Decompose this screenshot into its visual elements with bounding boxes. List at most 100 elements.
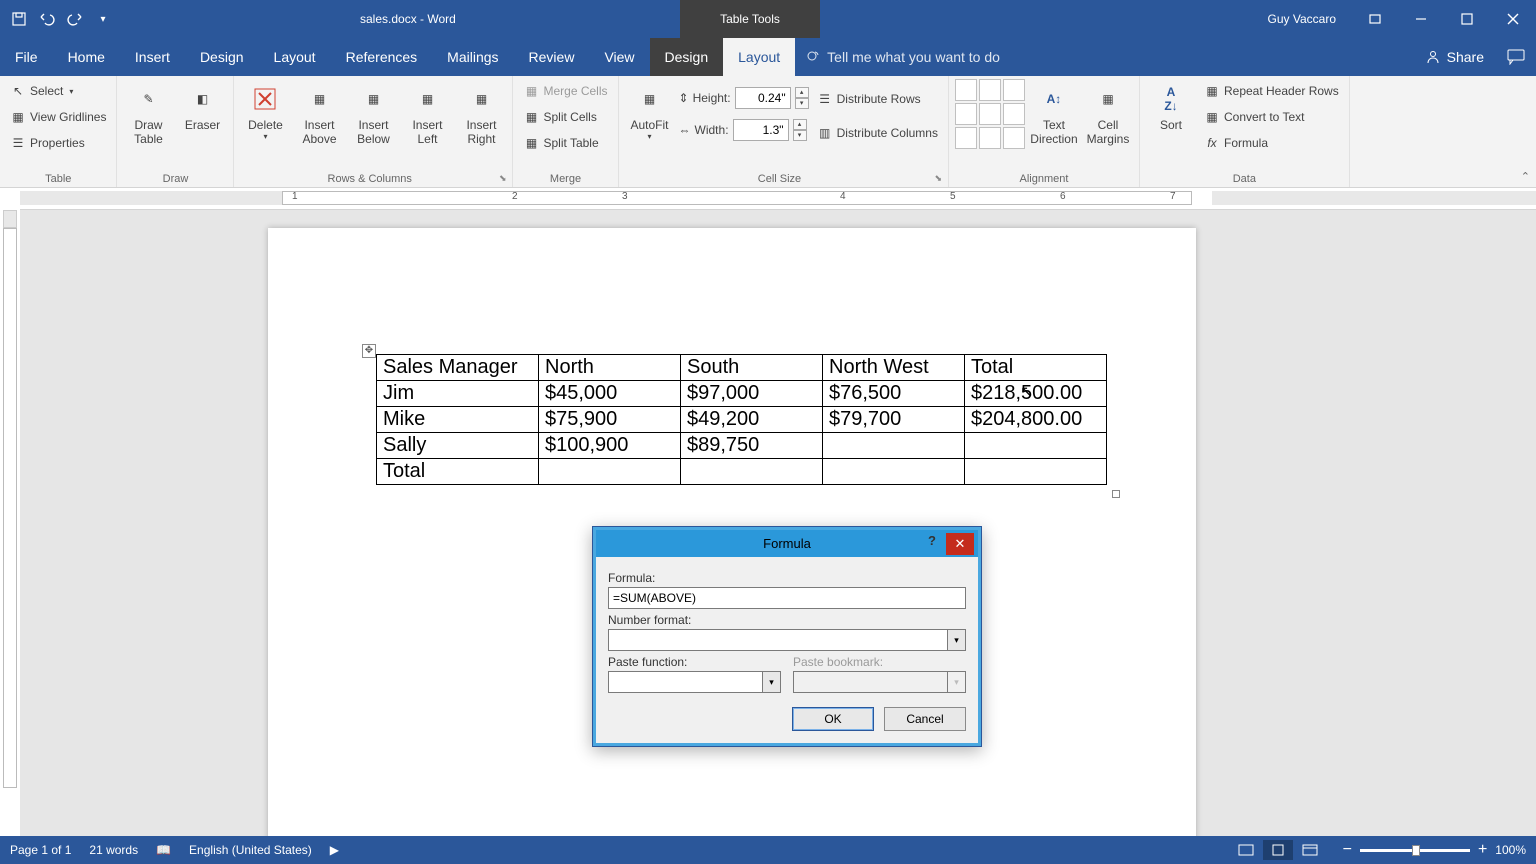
print-layout-icon[interactable] [1263, 840, 1293, 860]
table-cell[interactable] [823, 433, 965, 459]
table-cell[interactable] [965, 433, 1107, 459]
tab-table-layout[interactable]: Layout [723, 38, 795, 76]
properties-button[interactable]: ☰Properties [6, 131, 110, 155]
table-cell[interactable]: Sally [377, 433, 539, 459]
tab-table-design[interactable]: Design [650, 38, 724, 76]
dialog-close-icon[interactable]: ✕ [946, 533, 974, 555]
align-tl[interactable] [955, 79, 977, 101]
tab-layout[interactable]: Layout [259, 38, 331, 76]
width-field[interactable] [733, 119, 789, 141]
distribute-rows-button[interactable]: ☰Distribute Rows [813, 87, 942, 111]
insert-right-button[interactable]: ▦Insert Right [456, 79, 506, 157]
dialog-launcher-icon[interactable]: ⬊ [499, 173, 507, 184]
undo-icon[interactable] [36, 8, 58, 30]
collapse-ribbon-icon[interactable]: ⌃ [1521, 170, 1530, 183]
table-cell[interactable]: $97,000 [681, 381, 823, 407]
read-mode-icon[interactable] [1231, 840, 1261, 860]
close-icon[interactable] [1490, 0, 1536, 38]
user-name[interactable]: Guy Vaccaro [1268, 12, 1336, 26]
share-button[interactable]: Share [1413, 38, 1496, 76]
zoom-slider[interactable] [1360, 849, 1470, 852]
table-cell[interactable]: $100,900 [539, 433, 681, 459]
table-cell[interactable]: Mike [377, 407, 539, 433]
spin-down-icon[interactable]: ▾ [793, 130, 807, 141]
insert-left-button[interactable]: ▦Insert Left [402, 79, 452, 157]
number-format-combo[interactable]: ▾ [608, 629, 966, 651]
autofit-button[interactable]: ▦AutoFit▾ [625, 79, 675, 157]
table-cell[interactable] [965, 459, 1107, 485]
sales-table[interactable]: Sales Manager North South North West Tot… [376, 354, 1107, 485]
spell-check-icon[interactable]: 📖 [156, 843, 171, 857]
table-resize-handle-icon[interactable] [1112, 490, 1120, 498]
horizontal-ruler[interactable]: 12 34 56 7 [20, 188, 1536, 210]
vertical-ruler[interactable] [0, 210, 20, 824]
language-indicator[interactable]: English (United States) [189, 843, 312, 857]
view-gridlines-button[interactable]: ▦View Gridlines [6, 105, 110, 129]
ok-button[interactable]: OK [792, 707, 874, 731]
tab-file[interactable]: File [0, 38, 53, 76]
eraser-button[interactable]: ◧Eraser [177, 79, 227, 157]
table-cell[interactable]: $49,200 [681, 407, 823, 433]
tab-home[interactable]: Home [53, 38, 120, 76]
dropdown-icon[interactable]: ▾ [948, 629, 966, 651]
split-table-button[interactable]: ▦Split Table [519, 131, 611, 155]
sort-button[interactable]: AZ↓Sort [1146, 79, 1196, 157]
draw-table-button[interactable]: ✎Draw Table [123, 79, 173, 157]
align-tr[interactable] [1003, 79, 1025, 101]
table-cell[interactable]: Jim [377, 381, 539, 407]
number-format-input[interactable] [608, 629, 948, 651]
paste-function-combo[interactable]: ▾ [608, 671, 781, 693]
web-layout-icon[interactable] [1295, 840, 1325, 860]
spin-up-icon[interactable]: ▴ [793, 119, 807, 130]
zoom-level[interactable]: 100% [1495, 843, 1526, 857]
tab-view[interactable]: View [589, 38, 649, 76]
redo-icon[interactable] [64, 8, 86, 30]
insert-above-button[interactable]: ▦Insert Above [294, 79, 344, 157]
table-cell[interactable]: $218,500.00 [965, 381, 1107, 407]
align-mr[interactable] [1003, 103, 1025, 125]
table-cell[interactable] [681, 459, 823, 485]
dialog-help-icon[interactable]: ? [920, 533, 944, 555]
merge-cells-button[interactable]: ▦Merge Cells [519, 79, 611, 103]
dropdown-icon[interactable]: ▾ [763, 671, 781, 693]
table-cell[interactable] [823, 459, 965, 485]
save-icon[interactable] [8, 8, 30, 30]
page-indicator[interactable]: Page 1 of 1 [10, 843, 71, 857]
height-field[interactable] [735, 87, 791, 109]
table-cell[interactable]: $76,500 [823, 381, 965, 407]
height-input[interactable]: ⇕ Height: ▴▾ [679, 87, 809, 109]
paste-function-input[interactable] [608, 671, 763, 693]
text-direction-button[interactable]: A↕Text Direction [1029, 79, 1079, 157]
align-br[interactable] [1003, 127, 1025, 149]
cell-margins-button[interactable]: ▦Cell Margins [1083, 79, 1133, 157]
table-cell[interactable]: $45,000 [539, 381, 681, 407]
table-cell[interactable]: Total [377, 459, 539, 485]
tab-insert[interactable]: Insert [120, 38, 185, 76]
tab-design[interactable]: Design [185, 38, 259, 76]
repeat-header-rows-button[interactable]: ▦Repeat Header Rows [1200, 79, 1343, 103]
zoom-in-icon[interactable]: + [1478, 841, 1487, 859]
table-move-handle-icon[interactable]: ✥ [362, 344, 376, 358]
tell-me-search[interactable]: Tell me what you want to do [805, 38, 1000, 76]
spin-down-icon[interactable]: ▾ [795, 98, 809, 109]
comments-icon[interactable] [1496, 38, 1536, 76]
macro-icon[interactable]: ▶ [330, 843, 339, 857]
align-bc[interactable] [979, 127, 1001, 149]
table-cell[interactable]: $204,800.00 [965, 407, 1107, 433]
select-button[interactable]: ↖Select▾ [6, 79, 110, 103]
align-bl[interactable] [955, 127, 977, 149]
tab-references[interactable]: References [331, 38, 433, 76]
delete-button[interactable]: Delete▾ [240, 79, 290, 157]
table-cell[interactable]: $75,900 [539, 407, 681, 433]
table-cell[interactable]: South [681, 355, 823, 381]
formula-button[interactable]: fxFormula [1200, 131, 1343, 155]
split-cells-button[interactable]: ▦Split Cells [519, 105, 611, 129]
align-ml[interactable] [955, 103, 977, 125]
zoom-out-icon[interactable]: − [1343, 841, 1352, 859]
width-input[interactable]: ⇔ Width: ▴▾ [679, 119, 809, 141]
convert-to-text-button[interactable]: ▦Convert to Text [1200, 105, 1343, 129]
minimize-icon[interactable] [1398, 0, 1444, 38]
table-cell[interactable]: Total [965, 355, 1107, 381]
tab-mailings[interactable]: Mailings [432, 38, 513, 76]
tab-review[interactable]: Review [514, 38, 590, 76]
